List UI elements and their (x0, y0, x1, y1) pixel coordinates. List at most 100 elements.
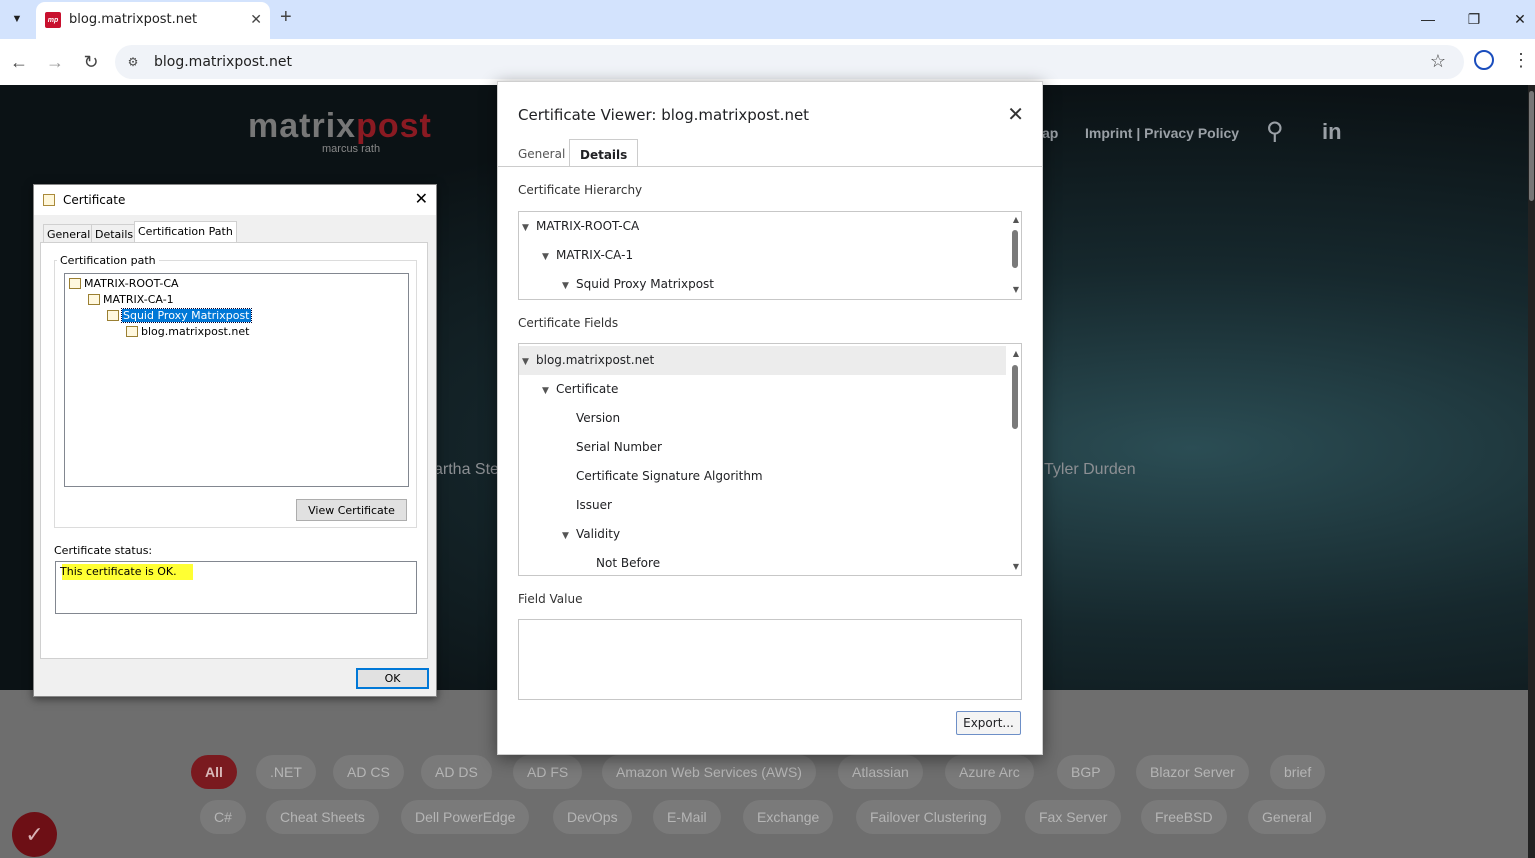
tree-node[interactable]: MATRIX-ROOT-CA (69, 276, 179, 291)
scroll-up-icon[interactable]: ▲ (1013, 349, 1019, 358)
export-button[interactable]: Export... (956, 711, 1021, 735)
scrollbar-thumb[interactable] (1529, 91, 1534, 201)
browser-tab[interactable]: mp blog.matrixpost.net ✕ (36, 2, 270, 39)
search-icon[interactable]: ⚲ (1266, 117, 1284, 146)
tag-chip[interactable]: .NET (256, 755, 316, 789)
site-info-icon[interactable]: ⚙ (124, 53, 142, 71)
tag-chip[interactable]: Amazon Web Services (AWS) (602, 755, 816, 789)
back-icon[interactable]: ← (7, 50, 31, 74)
tree-node[interactable]: ▼ MATRIX-ROOT-CA (522, 212, 639, 241)
tag-chip[interactable]: Blazor Server (1136, 755, 1249, 789)
tree-node[interactable]: blog.matrixpost.net (126, 324, 249, 339)
scroll-down-icon[interactable]: ▼ (1013, 562, 1019, 571)
browser-toolbar: ← → ↻ ⚙ blog.matrixpost.net ☆ (0, 39, 1535, 85)
tag-chip[interactable]: Failover Clustering (856, 800, 1001, 834)
window-close-icon[interactable]: ✕ (1506, 7, 1534, 31)
linkedin-icon[interactable]: in (1322, 119, 1342, 145)
tree-node[interactable]: Certificate Signature Algorithm (576, 462, 763, 491)
tag-chip[interactable]: AD DS (421, 755, 492, 789)
certificate-hierarchy-tree[interactable]: ▼ MATRIX-ROOT-CA ▼ MATRIX-CA-1 ▼ Squid Prox… (518, 211, 1022, 300)
tree-node[interactable]: Version (576, 404, 620, 433)
tag-chip[interactable]: All (191, 755, 237, 789)
expand-arrow-icon[interactable]: ▼ (522, 348, 536, 377)
nav-link-imprint[interactable]: Imprint | Privacy Policy (1085, 125, 1239, 141)
tree-node[interactable]: ▼ Validity (562, 520, 620, 549)
url-text[interactable]: blog.matrixpost.net (154, 54, 292, 70)
tree-node-selected[interactable]: Squid Proxy Matrixpost (107, 308, 252, 323)
close-icon[interactable]: ✕ (1007, 102, 1024, 126)
tab-details[interactable]: Details (569, 139, 639, 167)
site-logo[interactable]: matrixpost (248, 107, 432, 146)
tree-node[interactable]: Issuer (576, 491, 612, 520)
node-label: MATRIX-ROOT-CA (536, 219, 640, 233)
expand-arrow-icon[interactable]: ▼ (562, 272, 576, 299)
browser-menu-icon[interactable]: ⋮ (1512, 50, 1530, 71)
tag-chip[interactable]: AD CS (333, 755, 404, 789)
dialog-titlebar[interactable]: Certificate ✕ (34, 185, 436, 215)
tag-chip[interactable]: Cheat Sheets (266, 800, 379, 834)
tree-node[interactable]: Serial Number (576, 433, 662, 462)
tag-chip[interactable]: FreeBSD (1141, 800, 1227, 834)
status-label: Certificate status: (54, 544, 153, 557)
fields-label: Certificate Fields (518, 316, 619, 330)
tab-details[interactable]: Details (91, 224, 138, 243)
site-favicon-icon: mp (45, 12, 61, 28)
certificate-fields-tree[interactable]: ▼ blog.matrixpost.net ▼ Certificate Versio… (518, 343, 1022, 576)
address-bar[interactable]: ⚙ blog.matrixpost.net ☆ (115, 45, 1464, 79)
tree-node[interactable]: MATRIX-CA-1 (88, 292, 174, 307)
forward-icon[interactable]: → (43, 50, 67, 74)
bookmark-star-icon[interactable]: ☆ (1430, 51, 1446, 72)
tag-chip[interactable]: Azure Arc (945, 755, 1034, 789)
expand-arrow-icon[interactable]: ▼ (542, 243, 556, 272)
tab-general[interactable]: General (508, 139, 575, 167)
tree-node[interactable]: ▼ Certificate (542, 375, 618, 404)
tag-chip[interactable]: Fax Server (1025, 800, 1122, 834)
expand-arrow-icon[interactable]: ▼ (522, 214, 536, 243)
certificate-dialog: Certificate ✕ General Details Certificat… (33, 184, 437, 697)
cookie-consent-icon[interactable]: ✓ (12, 812, 57, 857)
hierarchy-scrollbar[interactable]: ▲ ▼ (1011, 212, 1019, 299)
tag-chip[interactable]: AD FS (513, 755, 583, 789)
restore-icon[interactable]: ❐ (1460, 7, 1488, 31)
tag-chip[interactable]: E-Mail (653, 800, 721, 834)
close-icon[interactable]: ✕ (415, 189, 428, 208)
tag-chip[interactable]: brief (1270, 755, 1326, 789)
field-value-box[interactable] (518, 619, 1022, 700)
node-label: Certificate Signature Algorithm (576, 469, 763, 483)
hero-caption-right: Tyler Durden (1044, 461, 1136, 478)
fields-scrollbar[interactable]: ▲ ▼ (1011, 344, 1019, 575)
tree-node[interactable]: Not Before (596, 549, 660, 575)
tag-chip[interactable]: BGP (1057, 755, 1115, 789)
tag-chip[interactable]: DevOps (553, 800, 632, 834)
tag-chip[interactable]: Exchange (743, 800, 834, 834)
tree-node-selected[interactable]: ▼ blog.matrixpost.net (519, 346, 1006, 375)
tab-general[interactable]: General (43, 224, 95, 243)
new-tab-button[interactable]: + (280, 6, 300, 32)
node-label: blog.matrixpost.net (536, 353, 655, 367)
reload-icon[interactable]: ↻ (79, 50, 103, 74)
tree-node[interactable]: ▼ Squid Proxy Matrixpost (562, 270, 714, 299)
certification-path-tree[interactable]: MATRIX-ROOT-CA MATRIX-CA-1 Squid Proxy M… (64, 273, 409, 487)
tab-certification-path[interactable]: Certification Path (134, 221, 237, 243)
scroll-down-icon[interactable]: ▼ (1013, 285, 1019, 294)
tag-chip[interactable]: Dell PowerEdge (401, 800, 530, 834)
profile-icon[interactable] (1474, 50, 1494, 70)
tag-chip[interactable]: Atlassian (838, 755, 923, 789)
scrollbar-thumb[interactable] (1012, 365, 1018, 429)
tag-chip[interactable]: C# (200, 800, 246, 834)
scroll-up-icon[interactable]: ▲ (1013, 215, 1019, 224)
scrollbar-thumb[interactable] (1012, 230, 1018, 268)
tag-chip[interactable]: General (1248, 800, 1326, 834)
view-certificate-button[interactable]: View Certificate (296, 499, 407, 521)
minimize-icon[interactable]: — (1414, 7, 1442, 31)
tab-search-dropdown-icon[interactable]: ▼ (6, 8, 28, 30)
tab-close-icon[interactable]: ✕ (250, 11, 262, 28)
nav-link-partial[interactable]: ap (1042, 125, 1058, 141)
page-scrollbar[interactable] (1528, 85, 1535, 858)
logo-text-accent: post (356, 107, 432, 145)
ok-button[interactable]: OK (356, 668, 429, 689)
group-label: Certification path (57, 254, 159, 267)
expand-arrow-icon[interactable]: ▼ (542, 377, 556, 406)
expand-arrow-icon[interactable]: ▼ (562, 522, 576, 551)
tree-node[interactable]: ▼ MATRIX-CA-1 (542, 241, 633, 270)
